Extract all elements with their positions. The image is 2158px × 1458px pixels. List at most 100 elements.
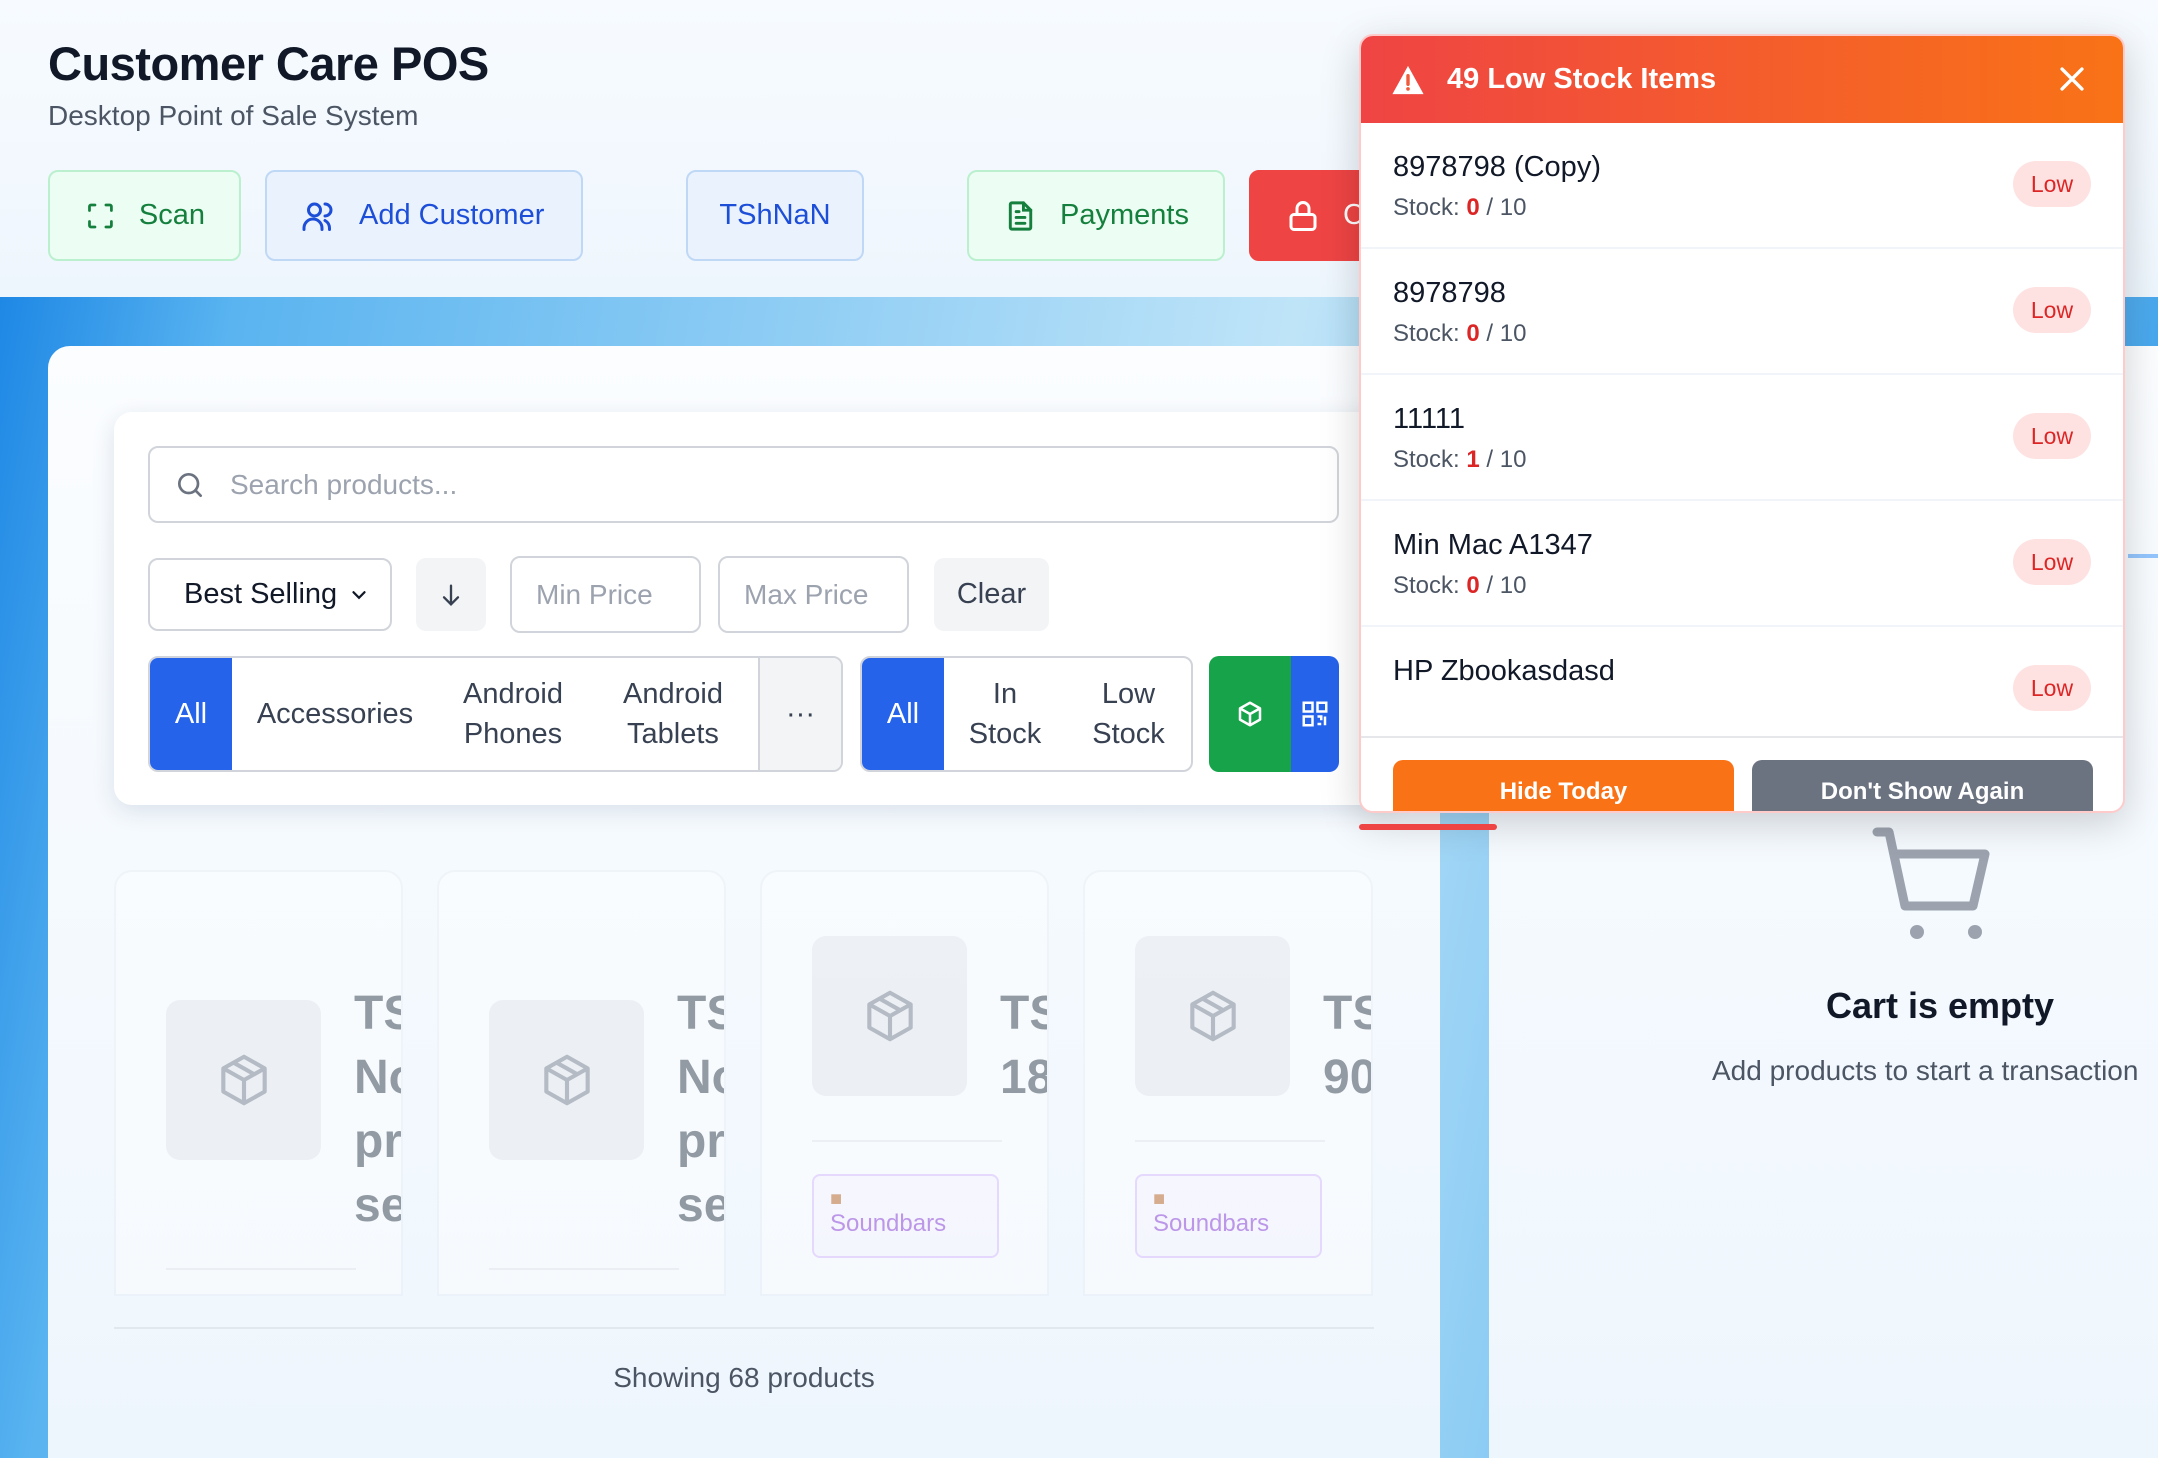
category-tag: ■ Soundbars	[812, 1174, 999, 1258]
package-icon: ■	[1153, 1188, 1166, 1210]
product-image	[166, 1000, 321, 1160]
product-image	[489, 1000, 644, 1160]
cart-icon	[1872, 827, 1990, 939]
low-stock-popup: 49 Low Stock Items 8978798 (Copy) Stock:…	[1359, 34, 2125, 813]
app-subtitle: Desktop Point of Sale System	[48, 100, 419, 131]
product-name: TSNoprse	[677, 987, 726, 1232]
item-stock: Stock: 0 / 10	[1393, 194, 1527, 221]
view-toggle	[1209, 656, 1339, 772]
product-card[interactable]: TSNoprse	[114, 870, 403, 1296]
low-stock-item[interactable]: 11111 Stock: 1 / 10 Low	[1361, 375, 2123, 501]
sort-select[interactable]: Best Selling	[148, 558, 392, 631]
chevron-down-icon	[352, 590, 366, 599]
low-stock-item[interactable]: HP Zbookasdasd Low	[1361, 627, 2123, 736]
item-name: HP Zbookasdasd	[1393, 655, 1615, 687]
card-divider	[489, 1268, 679, 1270]
product-name: TSNoprse	[354, 987, 403, 1232]
hide-today-button[interactable]: Hide Today	[1393, 760, 1734, 811]
category-tag-label: Soundbars	[830, 1210, 947, 1237]
auto-dismiss-progress	[1359, 824, 1497, 830]
currency-button[interactable]: TShNaN	[686, 170, 864, 261]
box-icon	[1189, 990, 1236, 1042]
box-icon	[866, 990, 913, 1042]
max-price-input[interactable]	[718, 556, 909, 633]
low-stock-list: 8978798 (Copy) Stock: 0 / 10 Low 8978798…	[1361, 123, 2123, 736]
category-accessories[interactable]: Accessories	[232, 658, 438, 770]
low-stock-item[interactable]: Min Mac A1347 Stock: 0 / 10 Low	[1361, 501, 2123, 627]
product-image	[812, 936, 967, 1096]
panel-accent-line	[2128, 554, 2158, 558]
item-name: 8978798 (Copy)	[1393, 151, 1601, 183]
search-box[interactable]	[148, 446, 1339, 523]
cart-empty-title: Cart is empty	[1825, 985, 2055, 1026]
box-icon	[1238, 701, 1262, 727]
search-icon	[178, 472, 202, 497]
close-icon[interactable]	[2055, 62, 2089, 96]
warning-icon	[1392, 65, 1424, 94]
users-icon	[302, 202, 333, 231]
stock-filter: All In Stock Low Stock	[860, 656, 1193, 772]
product-count: Showing 68 products	[613, 1362, 875, 1393]
item-stock: Stock: 0 / 10	[1393, 320, 1527, 347]
category-android-tablets[interactable]: Android Tablets	[588, 658, 758, 770]
box-icon	[543, 1054, 590, 1106]
cart-empty-subtitle: Add products to start a transaction	[1712, 1055, 2139, 1086]
low-stock-item[interactable]: 8978798 (Copy) Stock: 0 / 10 Low	[1361, 123, 2123, 249]
category-android-phones[interactable]: Android Phones	[438, 658, 588, 770]
sort-select-value: Best Selling	[184, 578, 338, 610]
sort-direction-button[interactable]	[416, 558, 486, 631]
currency-label: TShNaN	[719, 199, 831, 231]
item-stock: Stock: 0 / 10	[1393, 572, 1527, 599]
product-card[interactable]: TS18 ■ Soundbars	[760, 870, 1049, 1296]
arrow-down-icon	[442, 584, 460, 606]
low-badge: Low	[2013, 413, 2091, 459]
product-card[interactable]: TSNoprse	[437, 870, 726, 1296]
stock-all[interactable]: All	[862, 658, 944, 770]
box-icon	[220, 1054, 267, 1106]
low-stock-item[interactable]: 8978798 Stock: 0 / 10 Low	[1361, 249, 2123, 375]
list-divider	[114, 1327, 1374, 1329]
card-divider	[166, 1268, 356, 1270]
product-card[interactable]: TS90 ■ Soundbars	[1083, 870, 1373, 1296]
stock-low-stock[interactable]: Low Stock	[1066, 658, 1191, 770]
product-image	[1135, 936, 1290, 1096]
add-customer-button[interactable]: Add Customer	[265, 170, 583, 261]
package-icon: ■	[830, 1188, 843, 1210]
qr-icon	[1302, 701, 1328, 727]
low-badge: Low	[2013, 539, 2091, 585]
scan-button-label: Scan	[138, 199, 205, 231]
category-all[interactable]: All	[150, 658, 232, 770]
payments-label: Payments	[1060, 199, 1189, 231]
product-view-button[interactable]	[1209, 656, 1291, 772]
popup-footer: Hide Today Don't Show Again	[1361, 736, 2123, 811]
scan-icon	[88, 203, 113, 228]
low-badge: Low	[2013, 161, 2091, 207]
scan-button[interactable]: Scan	[48, 170, 241, 261]
item-name: 8978798	[1393, 277, 1506, 309]
qr-view-button[interactable]	[1291, 656, 1339, 772]
add-customer-label: Add Customer	[359, 199, 545, 231]
item-stock: Stock: 1 / 10	[1393, 446, 1527, 473]
category-tag: ■ Soundbars	[1135, 1174, 1322, 1258]
category-tag-label: Soundbars	[1153, 1210, 1270, 1237]
popup-title: 49 Low Stock Items	[1447, 63, 1717, 95]
item-name: 11111	[1393, 403, 1466, 435]
clear-filters-button[interactable]: Clear	[934, 558, 1049, 631]
dont-show-again-button[interactable]: Don't Show Again	[1752, 760, 2093, 811]
min-price-input[interactable]	[510, 556, 701, 633]
low-badge: Low	[2013, 665, 2091, 711]
item-name: Min Mac A1347	[1393, 529, 1593, 561]
more-categories-button[interactable]: ···	[758, 658, 841, 770]
payments-button[interactable]: Payments	[967, 170, 1225, 261]
stock-in-stock[interactable]: In Stock	[944, 658, 1066, 770]
card-divider	[812, 1140, 1002, 1142]
product-name: TS90	[1323, 987, 1373, 1104]
lock-icon	[1289, 200, 1317, 231]
category-filter: All Accessories Android Phones Android T…	[148, 656, 843, 772]
low-badge: Low	[2013, 287, 2091, 333]
product-name: TS18	[1000, 987, 1049, 1104]
search-input[interactable]	[230, 468, 1230, 501]
document-icon	[1008, 200, 1033, 231]
app-title: Customer Care POS	[48, 37, 489, 90]
card-divider	[1135, 1140, 1325, 1142]
